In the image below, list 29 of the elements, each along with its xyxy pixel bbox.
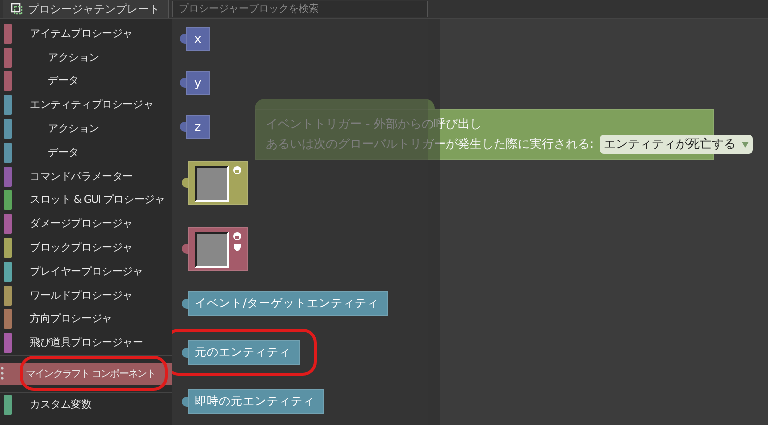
- image-slot: [195, 232, 229, 268]
- category-item[interactable]: アクション: [0, 46, 172, 70]
- circle-icon: [233, 232, 242, 241]
- item-image-block[interactable]: [182, 161, 248, 205]
- template-icon: [11, 3, 23, 15]
- template-button[interactable]: プロシージャテンプレート: [3, 0, 169, 18]
- category-item[interactable]: 方向プロシージャ: [0, 308, 172, 332]
- circle-icon: [233, 166, 242, 175]
- category-item[interactable]: エンティティプロシージャ: [0, 93, 172, 118]
- category-item[interactable]: プレイヤープロシージャ: [0, 260, 172, 284]
- category-item[interactable]: アクション: [0, 117, 172, 141]
- category-item[interactable]: コマンドパラメーター: [0, 164, 172, 189]
- drag-handle-icon[interactable]: [1, 366, 4, 382]
- shield-icon: [233, 243, 242, 252]
- category-item[interactable]: ブロックプロシージャ: [0, 236, 172, 260]
- category-item[interactable]: アイテムプロシージャ: [0, 22, 172, 46]
- search-field[interactable]: プロシージャーブロックを検索: [172, 1, 428, 17]
- category-item[interactable]: データ: [0, 70, 172, 94]
- caret-icon: [742, 142, 750, 148]
- category-item[interactable]: データ: [0, 140, 172, 165]
- category-item[interactable]: マインクラフト コンポーネント: [0, 363, 172, 386]
- category-item[interactable]: スロット & GUI プロシージャ: [0, 188, 172, 212]
- category-item[interactable]: ダメージプロシージャ: [0, 212, 172, 236]
- entity-image-block[interactable]: [182, 227, 248, 271]
- image-slot: [195, 166, 229, 202]
- category-item[interactable]: 飛び道具プロシージャー: [0, 331, 172, 356]
- category-item[interactable]: カスタム変数: [0, 393, 172, 417]
- category-item[interactable]: ワールドプロシージャ: [0, 284, 172, 308]
- trigger-dropdown[interactable]: エンティティが死亡する: [600, 135, 754, 154]
